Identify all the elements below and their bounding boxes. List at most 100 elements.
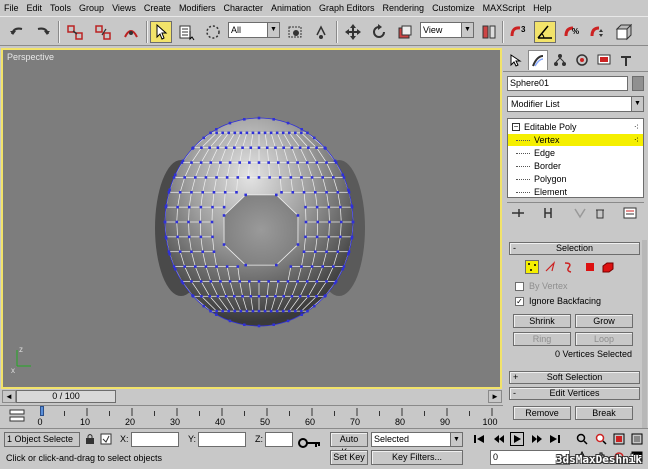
mesh-vertex[interactable] [228, 121, 232, 125]
mesh-vertex[interactable] [227, 131, 231, 135]
mesh-vertex[interactable] [342, 176, 346, 179]
mesh-vertex[interactable] [222, 243, 226, 246]
mesh-vertex[interactable] [219, 161, 222, 164]
menu-item-maxscript[interactable]: MAXScript [483, 3, 526, 13]
mesh-vertex[interactable] [167, 250, 171, 254]
make-unique-icon[interactable] [573, 207, 587, 219]
mesh-vertex[interactable] [321, 176, 324, 179]
object-name-field[interactable]: Sphere01 [507, 76, 628, 91]
mesh-vertex[interactable] [294, 309, 297, 313]
mesh-vertex[interactable] [257, 280, 261, 283]
previous-frame-arrow-icon[interactable]: ◄ [2, 390, 16, 403]
mesh-vertex[interactable] [272, 323, 276, 327]
menu-item-file[interactable]: File [4, 3, 19, 13]
mesh-vertex[interactable] [268, 176, 271, 179]
border-mode-icon[interactable] [561, 260, 575, 274]
mesh-vertex[interactable] [208, 294, 211, 298]
mesh-vertex[interactable] [267, 161, 270, 164]
mesh-vertex[interactable] [289, 265, 293, 268]
mesh-vertex[interactable] [296, 214, 300, 217]
mesh-vertex[interactable] [282, 294, 285, 298]
mesh-vertex[interactable] [327, 205, 331, 209]
next-key-icon[interactable] [530, 432, 544, 446]
unlink-icon[interactable] [92, 21, 114, 43]
mesh-vertex[interactable] [172, 265, 176, 268]
mesh-vertex[interactable] [282, 146, 285, 150]
mesh-vertex[interactable] [167, 190, 171, 194]
mesh-vertex[interactable] [200, 294, 203, 298]
mesh-vertex[interactable] [275, 193, 278, 197]
mesh-vertex[interactable] [210, 220, 214, 224]
mesh-vertex[interactable] [190, 190, 193, 194]
mesh-vertex[interactable] [233, 309, 237, 313]
snap-toggle-icon[interactable]: 3 [508, 21, 530, 43]
mesh-vertex[interactable] [225, 176, 229, 179]
mesh-vertex[interactable] [194, 176, 197, 179]
mesh-vertex[interactable] [312, 304, 316, 308]
mesh-vertex[interactable] [212, 250, 216, 254]
menu-item-graph-editors[interactable]: Graph Editors [319, 3, 375, 13]
mesh-vertex[interactable] [300, 176, 303, 179]
mesh-vertex[interactable] [265, 294, 269, 298]
selection-region-icon[interactable] [202, 21, 224, 43]
stack-item-polygon[interactable]: Polygon [508, 173, 643, 185]
mesh-vertex[interactable] [202, 136, 206, 140]
mesh-vertex[interactable] [215, 265, 218, 268]
redo-icon[interactable] [32, 21, 54, 43]
menu-item-edit[interactable]: Edit [27, 3, 43, 13]
mesh-vertex[interactable] [286, 319, 290, 323]
auto-key-button[interactable]: Auto Key [330, 432, 368, 457]
mesh-vertex[interactable] [215, 313, 218, 316]
mesh-vertex[interactable] [178, 250, 182, 254]
mesh-vertex[interactable] [204, 265, 208, 268]
menu-item-tools[interactable]: Tools [50, 3, 71, 13]
mesh-vertex[interactable] [287, 309, 291, 313]
mesh-vertex[interactable] [248, 161, 251, 164]
mesh-vertex[interactable] [190, 161, 193, 164]
stack-item-element[interactable]: Element [508, 186, 643, 198]
mesh-vertex[interactable] [325, 161, 328, 164]
mesh-vertex[interactable] [183, 265, 186, 268]
mesh-vertex[interactable] [269, 131, 273, 135]
mesh-vertex[interactable] [236, 176, 240, 179]
mesh-vertex[interactable] [315, 205, 319, 209]
mesh-vertex[interactable] [164, 236, 168, 240]
mesh-vertex[interactable] [347, 190, 351, 194]
mesh-vertex[interactable] [307, 294, 310, 298]
mesh-vertex[interactable] [300, 128, 303, 131]
mesh-vertex[interactable] [286, 280, 290, 283]
mesh-vertex[interactable] [249, 294, 253, 298]
mesh-vertex[interactable] [296, 243, 300, 246]
mesh-vertex[interactable] [305, 280, 309, 283]
mesh-vertex[interactable] [194, 265, 197, 268]
pin-stack-icon[interactable] [511, 207, 525, 219]
menu-item-views[interactable]: Views [112, 3, 136, 13]
mesh-vertex[interactable] [306, 131, 309, 135]
mesh-vertex[interactable] [224, 294, 228, 298]
mesh-vertex[interactable] [302, 250, 306, 254]
mesh-vertex[interactable] [341, 173, 345, 177]
grow-button[interactable]: Grow [575, 314, 633, 328]
mesh-vertex[interactable] [274, 146, 277, 150]
track-bar[interactable]: 0 10 20 30 40 50 60 70 80 90 100 [0, 405, 503, 427]
mesh-vertex[interactable] [263, 131, 267, 135]
mesh-vertex[interactable] [222, 214, 226, 217]
y-coord-field[interactable] [198, 432, 246, 447]
mesh-vertex[interactable] [286, 161, 290, 164]
mesh-vertex[interactable] [257, 146, 261, 150]
mesh-vertex[interactable] [276, 280, 280, 283]
set-key-icon[interactable] [298, 435, 322, 451]
mesh-vertex[interactable] [201, 250, 204, 254]
mesh-vertex[interactable] [275, 263, 278, 267]
mesh-vertex[interactable] [276, 161, 280, 164]
mesh-vertex[interactable] [187, 205, 191, 209]
mesh-vertex[interactable] [315, 280, 319, 283]
mesh-vertex[interactable] [215, 131, 218, 135]
mesh-vertex[interactable] [209, 131, 212, 135]
edit-vertices-rollout-header[interactable]: - Edit Vertices [509, 387, 640, 400]
mesh-vertex[interactable] [201, 190, 204, 194]
menu-item-animation[interactable]: Animation [271, 3, 311, 13]
stack-item-edge[interactable]: Edge [508, 147, 643, 159]
mesh-vertex[interactable] [215, 128, 218, 131]
current-frame-marker[interactable] [40, 406, 44, 416]
